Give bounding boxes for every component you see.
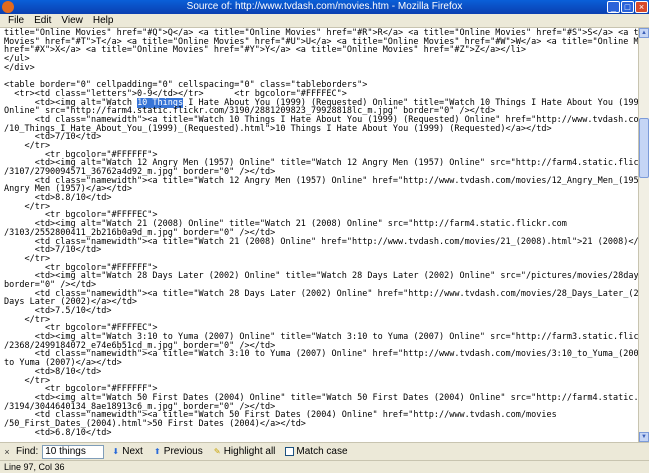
scroll-thumb[interactable]: [639, 118, 649, 178]
find-next-button[interactable]: ⬇ Next: [108, 446, 146, 457]
find-previous-label: Previous: [163, 446, 203, 457]
close-button[interactable]: ×: [635, 1, 648, 13]
source-line: </ul>: [4, 54, 30, 65]
minimize-button[interactable]: _: [607, 1, 620, 13]
find-next-label: Next: [122, 446, 143, 457]
highlight-all-label: Highlight all: [223, 446, 276, 457]
source-line: <td>8/10</td>: [4, 366, 102, 377]
match-case-label: Match case: [296, 446, 348, 457]
close-findbar-icon[interactable]: ×: [2, 447, 12, 457]
menu-view[interactable]: View: [56, 14, 88, 28]
match-case-checkbox[interactable]: [285, 447, 295, 456]
scroll-down-icon[interactable]: ▼: [639, 432, 649, 442]
window-controls: _ □ ×: [607, 1, 648, 13]
status-bar: Line 97, Col 36: [0, 460, 649, 473]
source-line: <td>6.8/10</td>: [4, 427, 112, 438]
find-previous-button[interactable]: ⬆ Previous: [150, 446, 206, 457]
match-case-toggle[interactable]: Match case: [282, 446, 350, 457]
find-bar: × Find: ⬇ Next ⬆ Previous ✎ Highlight al…: [0, 442, 649, 460]
vertical-scrollbar[interactable]: ▲ ▼: [638, 28, 649, 442]
status-text: Line 97, Col 36: [4, 462, 65, 472]
window-title: Source of: http://www.tvdash.com/movies.…: [186, 1, 463, 12]
source-line: <td><img alt="Watch 28 Days Later (2002)…: [4, 271, 638, 282]
source-line: <td>7/10</td>: [4, 132, 102, 143]
find-input[interactable]: [42, 444, 105, 459]
highlight-all-button[interactable]: ✎ Highlight all: [210, 446, 279, 457]
source-line: <td>7/10</td>: [4, 245, 102, 256]
source-line: <td>7.5/10</td>: [4, 306, 112, 316]
arrow-up-icon: ⬆: [153, 447, 161, 456]
maximize-button[interactable]: □: [621, 1, 634, 13]
source-line: href="#X">X</a> <a title="Online Movies"…: [4, 45, 526, 56]
source-line: <td>8.8/10</td>: [4, 193, 112, 204]
menu-file[interactable]: File: [3, 14, 29, 28]
menu-help[interactable]: Help: [88, 14, 119, 28]
source-line: </div>: [4, 62, 35, 73]
arrow-down-icon: ⬇: [112, 447, 120, 456]
scroll-up-icon[interactable]: ▲: [639, 28, 649, 38]
source-view[interactable]: title="Online Movies" href="#Q">Q</a> <a…: [0, 28, 638, 442]
menu-edit[interactable]: Edit: [29, 14, 56, 28]
find-label: Find:: [16, 446, 39, 457]
firefox-icon: [2, 1, 14, 13]
highlighter-icon: ✎: [213, 447, 221, 456]
title-bar: Source of: http://www.tvdash.com/movies.…: [0, 0, 649, 14]
menu-bar: File Edit View Help: [0, 14, 649, 28]
